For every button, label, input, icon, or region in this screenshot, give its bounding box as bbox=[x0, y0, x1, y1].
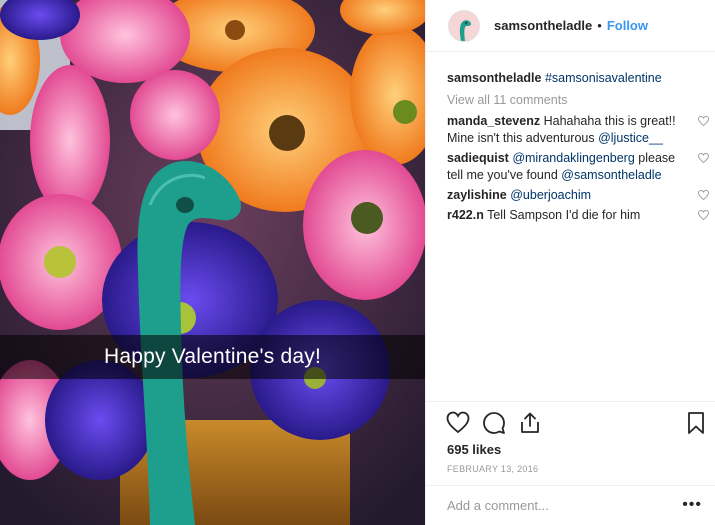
caption-overlay-text: Happy Valentine's day! bbox=[104, 345, 321, 368]
heart-outline-icon[interactable] bbox=[698, 153, 709, 163]
flowers-photo bbox=[0, 0, 425, 525]
avatar[interactable] bbox=[448, 9, 480, 42]
comment-mention-link[interactable]: @ljustice__ bbox=[598, 131, 663, 145]
snapchat-caption-bar: Happy Valentine's day! bbox=[0, 335, 425, 379]
share-icon[interactable] bbox=[518, 411, 542, 435]
view-all-comments-button[interactable]: View all 11 comments bbox=[447, 93, 709, 107]
comment-username-link[interactable]: manda_stevenz bbox=[447, 114, 540, 128]
caption-username-link[interactable]: samsontheladle bbox=[447, 71, 541, 85]
comment-row: manda_stevenz Hahahaha this is great!! M… bbox=[447, 113, 709, 147]
heart-outline-icon[interactable] bbox=[698, 190, 709, 200]
comment-row: r422.n Tell Sampson I'd die for him bbox=[447, 207, 709, 224]
comment-text: Tell Sampson I'd die for him bbox=[487, 208, 641, 222]
comments-section: samsontheladle #samsonisavalentine View … bbox=[447, 70, 709, 227]
caption-hashtag-link[interactable]: #samsonisavalentine bbox=[545, 71, 662, 85]
more-options-icon[interactable]: ••• bbox=[682, 496, 702, 514]
add-comment-bar: ••• bbox=[426, 485, 715, 525]
comment-mention-link[interactable]: @mirandaklingenberg bbox=[512, 151, 634, 165]
likes-count[interactable]: 695 likes bbox=[447, 442, 501, 457]
follow-button[interactable]: Follow bbox=[607, 18, 648, 33]
comment-username-link[interactable]: zaylishine bbox=[447, 188, 507, 202]
caption-row: samsontheladle #samsonisavalentine bbox=[447, 70, 709, 87]
comment-username-link[interactable]: r422.n bbox=[447, 208, 484, 222]
post-date[interactable]: FEBRUARY 13, 2016 bbox=[447, 464, 538, 474]
comment-icon[interactable] bbox=[482, 411, 506, 435]
post-header: samsontheladle • Follow bbox=[426, 0, 715, 52]
comment-row: zaylishine @uberjoachim bbox=[447, 187, 709, 204]
header-separator: • bbox=[597, 18, 602, 33]
heart-outline-icon[interactable] bbox=[698, 210, 709, 220]
heart-icon[interactable] bbox=[446, 411, 470, 435]
heart-outline-icon[interactable] bbox=[698, 116, 709, 126]
comment-row: sadiequist @mirandaklingenberg please te… bbox=[447, 150, 709, 184]
comment-mention-link[interactable]: @uberjoachim bbox=[510, 188, 591, 202]
post-side-panel: samsontheladle • Follow samsontheladle #… bbox=[425, 0, 715, 525]
comment-username-link[interactable]: sadiequist bbox=[447, 151, 509, 165]
bookmark-icon[interactable] bbox=[684, 411, 708, 435]
comment-mention-link[interactable]: @samsontheladle bbox=[561, 168, 661, 182]
ladle-avatar-icon bbox=[449, 10, 479, 41]
post-actions: 695 likes FEBRUARY 13, 2016 ••• bbox=[426, 401, 715, 525]
post-photo[interactable]: Happy Valentine's day! bbox=[0, 0, 425, 525]
header-username-link[interactable]: samsontheladle bbox=[494, 18, 592, 33]
add-comment-input[interactable] bbox=[447, 498, 667, 513]
